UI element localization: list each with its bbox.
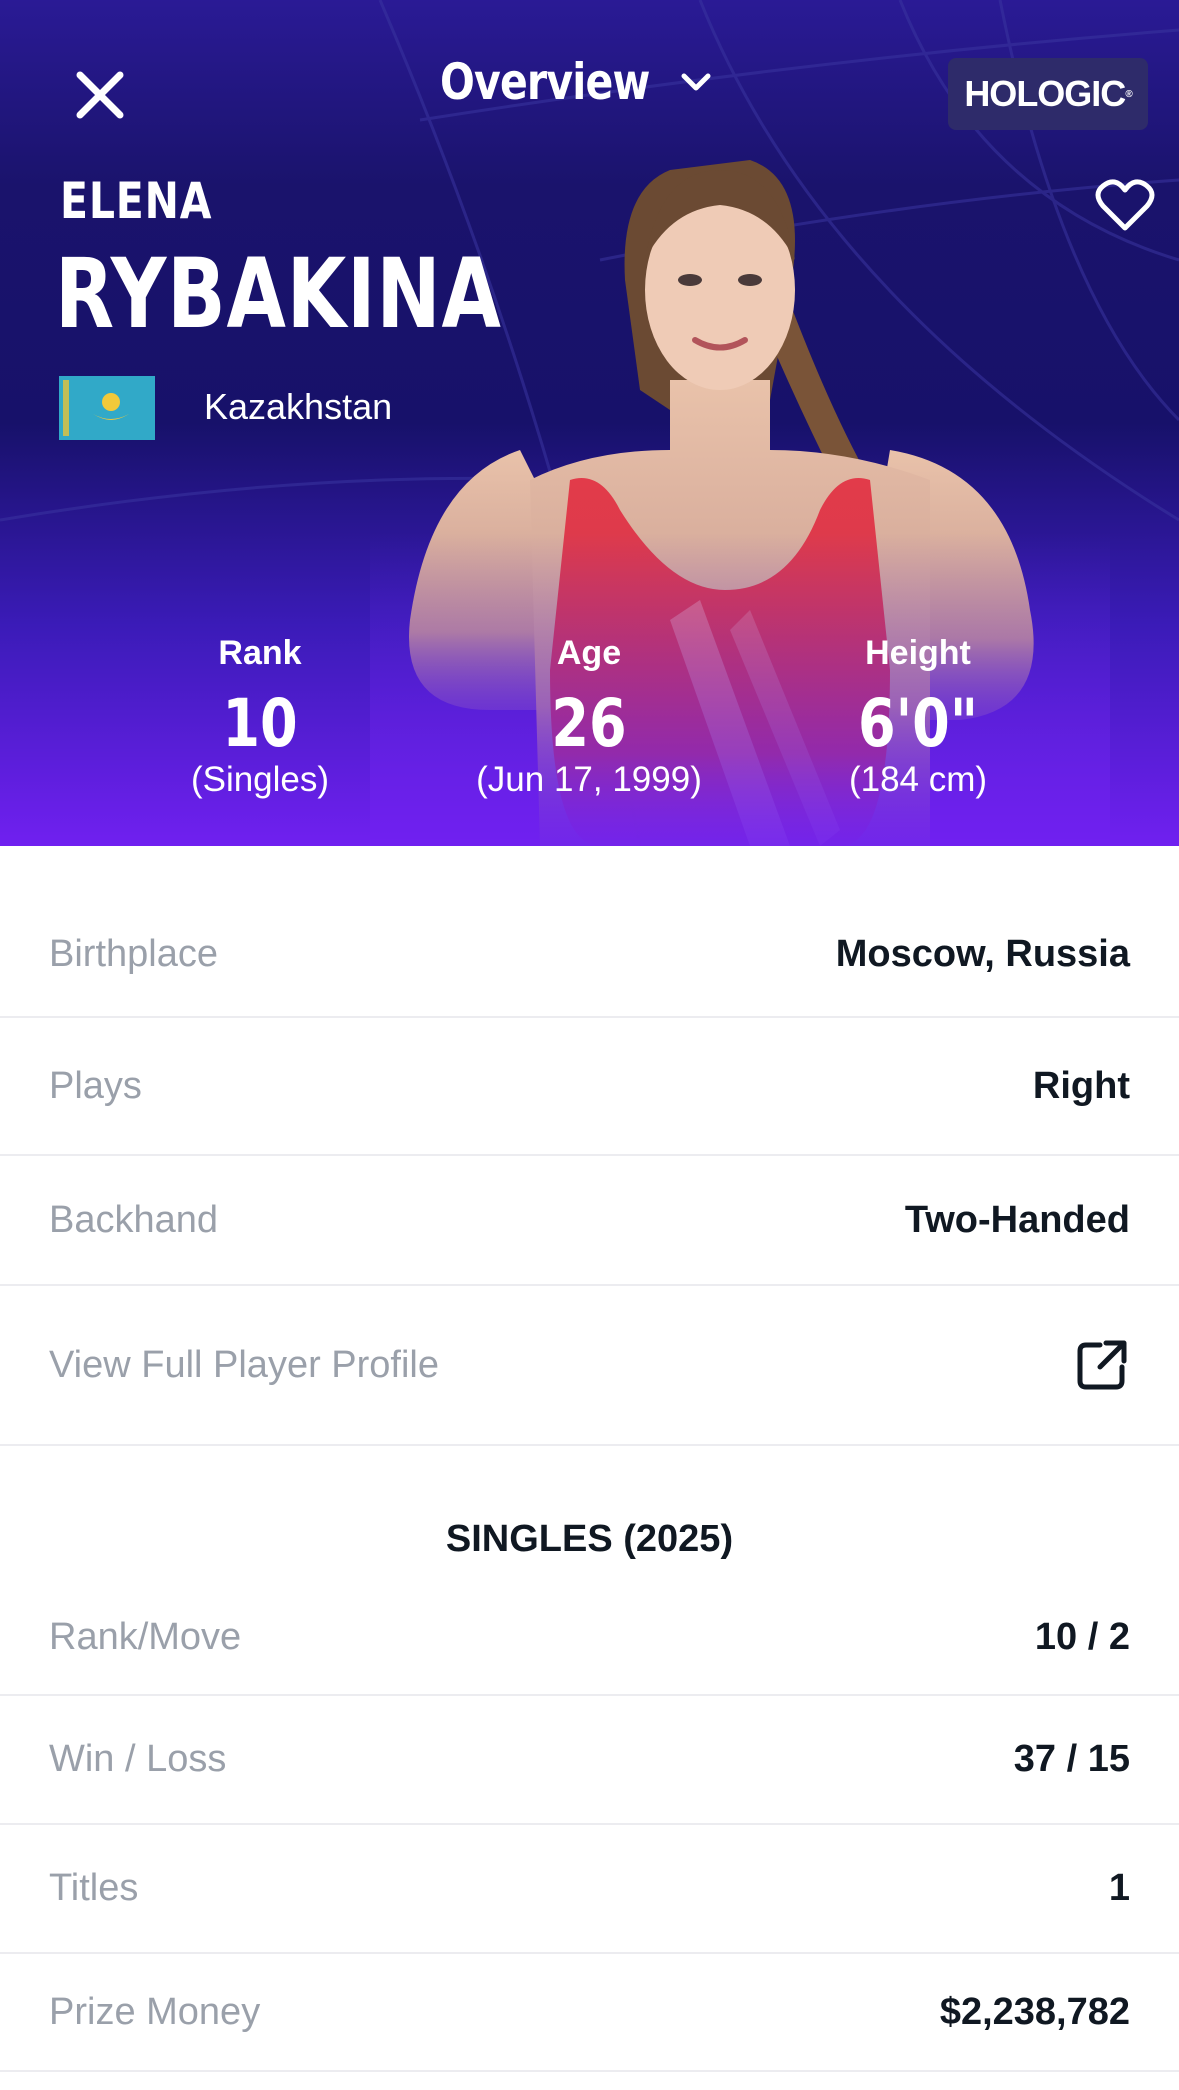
row-value: 1 (1108, 1867, 1130, 1909)
row-label: Titles (49, 1867, 139, 1909)
profile-link-label: View Full Player Profile (49, 1343, 440, 1386)
row-value: 10 / 2 (1034, 1615, 1130, 1658)
singles-row-win-loss: Win / Loss 37 / 15 (0, 1696, 1179, 1825)
player-hero: Overview HOLOGIC ® ELENA RYBAKINA Kazakhs… (0, 0, 1179, 846)
singles-section-title: SINGLES (2025) (445, 1518, 734, 1560)
row-value: 37 / 15 (1013, 1738, 1130, 1780)
close-icon[interactable] (70, 65, 130, 125)
row-value: Two-Handed (904, 1198, 1130, 1241)
row-label: Plays (49, 1064, 142, 1107)
heart-icon[interactable] (1095, 178, 1155, 234)
sponsor-logo: HOLOGIC ® (948, 58, 1148, 130)
stat-age: Age 26 (Jun 17, 1999) (424, 634, 754, 800)
player-last-name: RYBAKINA (55, 238, 502, 350)
sponsor-logo-text: HOLOGIC (964, 73, 1126, 114)
overview-label: Overview (440, 53, 650, 111)
stat-height: Height 6'0" (184 cm) (753, 634, 1083, 800)
bio-row-backhand: Backhand Two-Handed (0, 1156, 1179, 1286)
stat-label: Rank (218, 634, 302, 672)
player-country: Kazakhstan (204, 386, 393, 427)
singles-row-rank-move: Rank/Move 10 / 2 (0, 1580, 1179, 1696)
external-link-icon (1077, 1340, 1127, 1390)
stat-sub: (184 cm) (848, 760, 988, 799)
view-full-profile-link[interactable]: View Full Player Profile (0, 1286, 1179, 1446)
stat-label: Height (865, 634, 971, 672)
row-label: Backhand (49, 1198, 219, 1241)
overview-dropdown[interactable]: Overview (440, 52, 714, 112)
singles-row-titles: Titles 1 (0, 1825, 1179, 1954)
stat-value: 10 (222, 685, 298, 762)
stat-value: 26 (551, 685, 627, 762)
row-label: Birthplace (49, 932, 218, 975)
row-label: Win / Loss (49, 1738, 227, 1780)
stat-label: Age (556, 634, 622, 672)
singles-row-prize-money: Prize Money $2,238,782 (0, 1954, 1179, 2072)
player-first-name: ELENA (60, 172, 213, 230)
stat-value: 6'0" (857, 685, 979, 762)
stat-sub: (Jun 17, 1999) (476, 760, 702, 799)
stat-sub: (Singles) (190, 760, 330, 799)
row-label: Prize Money (49, 1990, 261, 2033)
row-value: Moscow, Russia (835, 932, 1130, 975)
chevron-down-icon (681, 73, 711, 91)
row-value: $2,238,782 (939, 1990, 1130, 2033)
row-value: Right (1032, 1064, 1130, 1107)
kazakhstan-flag-icon (59, 376, 155, 440)
bio-row-birthplace: Birthplace Moscow, Russia (0, 892, 1179, 1018)
row-label: Rank/Move (49, 1615, 242, 1658)
bio-row-plays: Plays Right (0, 1018, 1179, 1156)
stat-rank: Rank 10 (Singles) (95, 634, 425, 800)
